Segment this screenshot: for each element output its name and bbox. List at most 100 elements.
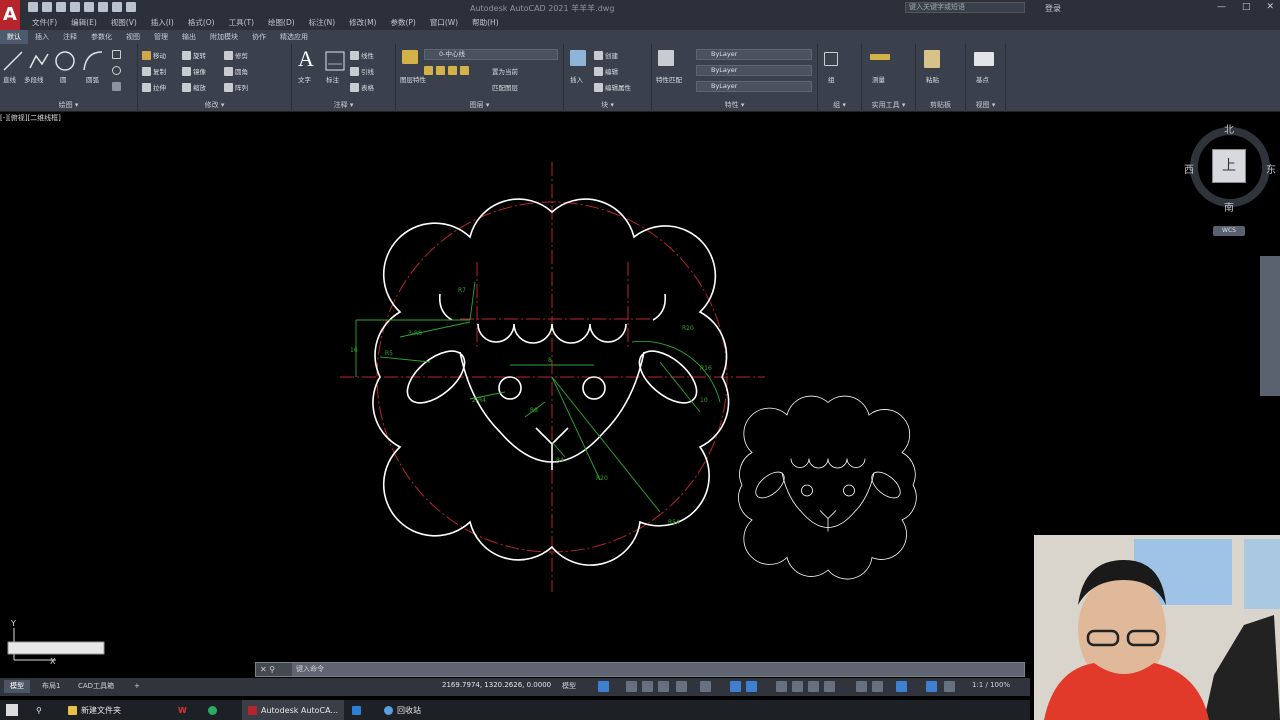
tab-annotate[interactable]: 注释 <box>56 30 84 44</box>
base-view-button[interactable]: 基点 <box>976 74 989 84</box>
viewcube-south[interactable]: 南 <box>1224 199 1234 214</box>
annotation-monitor-icon[interactable] <box>856 681 867 692</box>
match-properties-icon[interactable] <box>658 50 674 66</box>
paste-icon[interactable] <box>924 50 940 68</box>
tab-collaborate[interactable]: 协作 <box>245 30 273 44</box>
menu-file[interactable]: 文件(F) <box>32 16 57 30</box>
linear-button[interactable]: 线性 <box>350 50 374 60</box>
start-button[interactable] <box>6 700 18 720</box>
paste-button[interactable]: 粘贴 <box>926 74 939 84</box>
groups-group-label[interactable]: 组 ▾ <box>818 100 861 110</box>
text-button[interactable]: 文字 <box>298 74 311 84</box>
viewcube-east[interactable]: 东 <box>1266 161 1276 176</box>
group-icon[interactable] <box>824 52 838 66</box>
infer-icon[interactable] <box>642 681 653 692</box>
tab-default[interactable]: 默认 <box>0 30 28 44</box>
menu-parametric[interactable]: 参数(P) <box>390 16 415 30</box>
taskbar-autocad[interactable]: Autodesk AutoCA... <box>242 700 345 720</box>
selection-cycling-icon[interactable] <box>808 681 819 692</box>
polyline-button[interactable]: 多段线 <box>24 74 44 84</box>
tab-output[interactable]: 输出 <box>175 30 203 44</box>
menu-modify[interactable]: 修改(M) <box>349 16 376 30</box>
properties-group-label[interactable]: 特性 ▾ <box>652 100 817 110</box>
undo-icon[interactable] <box>112 2 122 12</box>
text-icon[interactable]: A <box>298 46 314 72</box>
publish-icon[interactable] <box>84 2 94 12</box>
stretch-button[interactable]: 拉伸 <box>142 82 166 92</box>
polyline-icon[interactable] <box>28 50 50 72</box>
ellipse-icon[interactable] <box>112 66 121 75</box>
navigation-bar[interactable] <box>1260 256 1280 396</box>
linetype-dropdown[interactable]: ByLayer <box>696 65 812 76</box>
rotate-button[interactable]: 旋转 <box>182 50 206 60</box>
lineweight-icon[interactable] <box>776 681 787 692</box>
taskbar-recycle[interactable]: 回收站 <box>384 700 421 720</box>
grid-icon[interactable] <box>598 681 609 692</box>
tab-featured-apps[interactable]: 精选应用 <box>273 30 315 44</box>
viewcube-west[interactable]: 西 <box>1184 161 1194 176</box>
taskbar-wechat[interactable] <box>208 700 217 720</box>
draw-group-label[interactable]: 绘图 ▾ <box>0 100 137 110</box>
zoom-scale[interactable]: 1:1 / 100% <box>972 681 1010 689</box>
clipboard-group-label[interactable]: 剪贴板 <box>916 100 965 110</box>
tab-cad-toolbox[interactable]: CAD工具箱 <box>72 680 120 693</box>
lineweight-dropdown[interactable]: ByLayer <box>696 81 812 92</box>
save-icon[interactable] <box>56 2 66 12</box>
command-line[interactable]: ✕ ⚲ 键入命令 <box>255 662 1025 677</box>
plot-icon[interactable] <box>98 2 108 12</box>
create-block-button[interactable]: 创建 <box>594 50 618 60</box>
ortho-icon[interactable] <box>658 681 669 692</box>
rectangle-icon[interactable] <box>112 50 121 59</box>
quick-properties-icon[interactable] <box>896 681 907 692</box>
login-button[interactable]: 登录 <box>1045 3 1061 14</box>
maximize-icon[interactable]: □ <box>1242 2 1251 12</box>
layer-lock-icon[interactable] <box>460 66 469 75</box>
otrack-icon[interactable] <box>746 681 757 692</box>
viewcube-top-face[interactable]: 上 <box>1212 149 1246 183</box>
layer-off-icon[interactable] <box>424 66 433 75</box>
line-button[interactable]: 直线 <box>3 74 16 84</box>
tab-parametric[interactable]: 参数化 <box>84 30 119 44</box>
layer-properties-icon[interactable] <box>402 50 418 64</box>
mirror-button[interactable]: 镜像 <box>182 66 206 76</box>
tab-layout1[interactable]: 布局1 <box>36 680 66 693</box>
menu-edit[interactable]: 编辑(E) <box>71 16 97 30</box>
edit-block-button[interactable]: 编辑 <box>594 66 618 76</box>
minimize-icon[interactable]: — <box>1217 2 1226 12</box>
layer-properties-button[interactable]: 图层特性 <box>400 74 426 84</box>
model-space-toggle[interactable]: 模型 <box>562 681 576 691</box>
taskbar-folder[interactable]: 新建文件夹 <box>68 700 121 720</box>
open-file-icon[interactable] <box>42 2 52 12</box>
layer-dropdown[interactable]: 0-中心线 <box>424 49 558 60</box>
menu-tools[interactable]: 工具(T) <box>229 16 254 30</box>
match-layer-button[interactable]: 匹配图层 <box>492 82 518 92</box>
insert-block-icon[interactable] <box>570 50 586 66</box>
add-layout-button[interactable]: + <box>128 680 146 693</box>
close-icon[interactable]: ✕ <box>1266 2 1274 12</box>
command-input[interactable]: 键入命令 <box>296 663 324 676</box>
3d-osnap-icon[interactable] <box>824 681 835 692</box>
arc-button[interactable]: 圆弧 <box>86 74 99 84</box>
layer-freeze-icon[interactable] <box>448 66 457 75</box>
measure-icon[interactable] <box>870 54 890 60</box>
units-icon[interactable] <box>872 681 883 692</box>
leader-button[interactable]: 引线 <box>350 66 374 76</box>
fillet-button[interactable]: 圆角 <box>224 66 248 76</box>
menu-help[interactable]: 帮助(H) <box>472 16 499 30</box>
layer-isolate-icon[interactable] <box>436 66 445 75</box>
block-group-label[interactable]: 块 ▾ <box>564 100 651 110</box>
new-file-icon[interactable] <box>28 2 38 12</box>
menu-view[interactable]: 视图(V) <box>111 16 137 30</box>
menu-insert[interactable]: 插入(I) <box>151 16 174 30</box>
line-icon[interactable] <box>2 50 24 72</box>
viewcube[interactable]: 上 北 南 东 西 <box>1184 125 1276 214</box>
search-taskbar-button[interactable]: ⚲ <box>36 700 42 720</box>
save-as-icon[interactable] <box>70 2 80 12</box>
scale-button[interactable]: 缩放 <box>182 82 206 92</box>
hatch-icon[interactable] <box>112 82 121 91</box>
snap-icon[interactable] <box>626 681 637 692</box>
modify-group-label[interactable]: 修改 ▾ <box>138 100 291 110</box>
wcs-menu[interactable]: WCS <box>1213 226 1245 236</box>
make-current-button[interactable]: 置为当前 <box>492 66 518 76</box>
redo-icon[interactable] <box>126 2 136 12</box>
